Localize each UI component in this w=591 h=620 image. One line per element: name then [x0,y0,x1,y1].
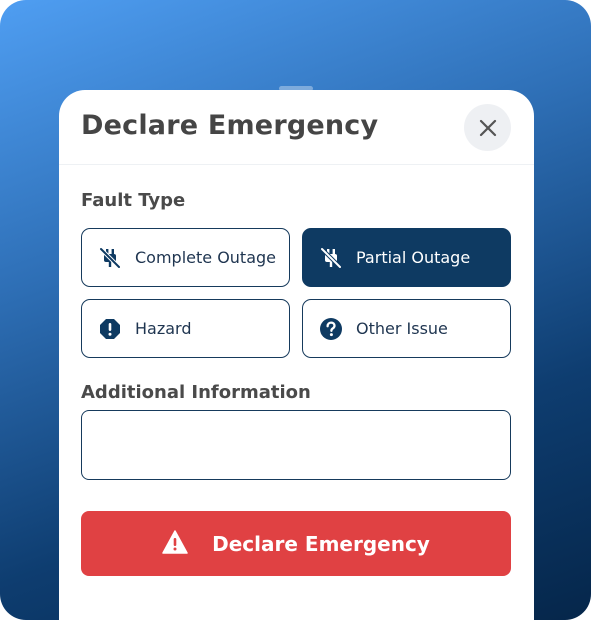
unplugged-icon [319,246,343,270]
modal-title: Declare Emergency [81,110,379,141]
alert-octagon-icon [98,317,122,341]
warning-triangle-icon [162,529,188,558]
fault-option-label: Complete Outage [135,248,277,267]
unplugged-icon [98,246,122,270]
declare-emergency-modal: Declare Emergency Fault Type Complete Ou… [59,90,534,620]
fault-option-label: Partial Outage [356,248,471,267]
modal-header: Declare Emergency [59,90,534,165]
close-button[interactable] [464,104,511,151]
app-background: Declare Emergency Fault Type Complete Ou… [0,0,591,620]
declare-emergency-button[interactable]: Declare Emergency [81,511,511,576]
additional-information-label: Additional Information [81,382,311,403]
fault-option-partial-outage[interactable]: Partial Outage [302,228,511,287]
question-circle-icon [319,317,343,341]
fault-option-hazard[interactable]: Hazard [81,299,290,358]
fault-option-other-issue[interactable]: Other Issue [302,299,511,358]
fault-type-label: Fault Type [81,190,186,211]
declare-emergency-label: Declare Emergency [212,531,430,556]
additional-information-input[interactable] [81,410,511,480]
close-icon [479,119,496,136]
fault-option-label: Other Issue [356,319,448,338]
fault-option-complete-outage[interactable]: Complete Outage [81,228,290,287]
fault-option-label: Hazard [135,319,192,338]
